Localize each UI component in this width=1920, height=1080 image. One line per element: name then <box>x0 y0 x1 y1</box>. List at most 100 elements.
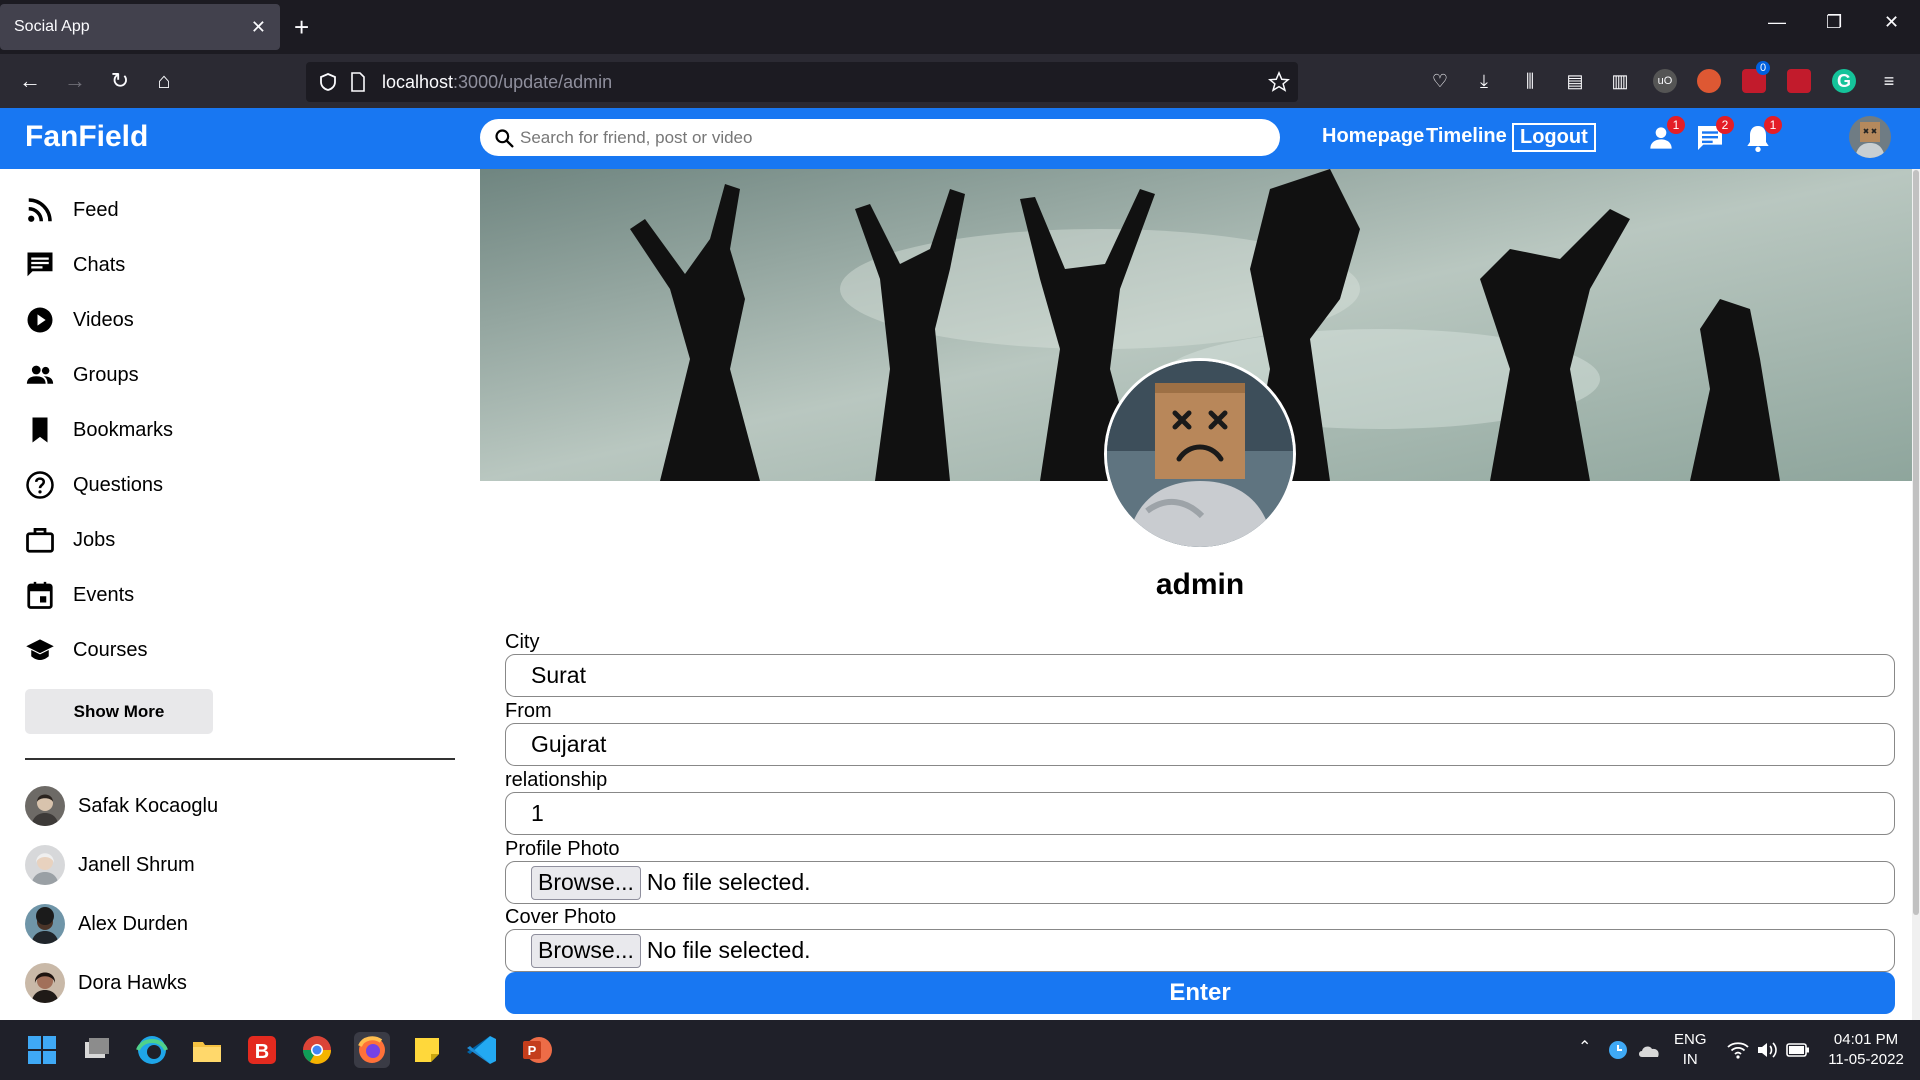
sidebar-item-chats[interactable]: Chats <box>25 245 125 285</box>
cover-photo-file-input[interactable]: Browse... No file selected. <box>505 929 1895 972</box>
chrome-icon[interactable] <box>299 1032 335 1068</box>
cover-photo-browse-button[interactable]: Browse... <box>531 933 641 968</box>
friend-list-item[interactable]: Dora Hawks <box>25 961 187 1005</box>
calendar-icon <box>27 581 53 609</box>
sidebar-item-label: Chats <box>73 253 126 276</box>
avatar <box>25 963 65 1003</box>
language-indicator[interactable]: ENG IN <box>1674 1030 1707 1070</box>
profile-photo-browse-button[interactable]: Browse... <box>531 865 641 900</box>
close-window-icon[interactable]: ✕ <box>1884 12 1899 33</box>
library-icon[interactable]: ⫼ <box>1518 69 1542 93</box>
sticky-notes-icon[interactable] <box>409 1032 445 1068</box>
browser-tab[interactable]: Social App ✕ <box>0 4 280 50</box>
sidebar-item-groups[interactable]: Groups <box>25 355 139 395</box>
restore-icon[interactable]: ❐ <box>1826 12 1842 33</box>
vscode-icon[interactable] <box>464 1032 500 1068</box>
forward-icon[interactable]: → <box>61 68 89 94</box>
url-path: :3000/update/admin <box>453 72 613 92</box>
home-icon[interactable]: ⌂ <box>150 68 178 94</box>
minimize-icon[interactable]: — <box>1768 12 1786 33</box>
page-scrollbar-thumb[interactable] <box>1913 170 1919 915</box>
edge-icon[interactable] <box>134 1032 170 1068</box>
svg-text:B: B <box>255 1041 269 1063</box>
tab-close-icon[interactable]: ✕ <box>251 17 266 38</box>
menu-icon[interactable]: ≡ <box>1877 69 1901 93</box>
downloads-icon[interactable]: ⤓ <box>1472 69 1496 93</box>
svg-text:P: P <box>528 1043 537 1058</box>
tab-title: Social App <box>14 18 90 35</box>
friend-list-item[interactable]: Janell Shrum <box>25 843 195 887</box>
search-bar[interactable] <box>480 119 1280 156</box>
sidebar-item-label: Courses <box>73 638 148 661</box>
logout-link[interactable]: Logout <box>1512 123 1596 152</box>
brave-icon[interactable]: B <box>244 1032 280 1068</box>
sidebar-item-jobs[interactable]: Jobs <box>25 520 115 560</box>
sidebar-item-label: Videos <box>73 308 134 331</box>
language-code: ENG <box>1674 1031 1707 1048</box>
page-icon <box>351 72 365 92</box>
sidebar-item-questions[interactable]: Questions <box>25 465 163 505</box>
logo[interactable]: FanField <box>25 120 148 154</box>
sidebar-item-feed[interactable]: Feed <box>25 190 119 230</box>
enter-button[interactable]: Enter <box>505 972 1895 1014</box>
browser-nav-bar: ← → ↻ ⌂ localhost:3000/update/admin ♡ ⤓ … <box>0 54 1920 108</box>
firefox-icon[interactable] <box>354 1032 390 1068</box>
friend-requests-badge: 1 <box>1667 116 1685 134</box>
volume-icon[interactable] <box>1756 1040 1778 1060</box>
sidebar-item-bookmarks[interactable]: Bookmarks <box>25 410 173 450</box>
school-icon <box>26 639 54 660</box>
profile-photo-file-input[interactable]: Browse... No file selected. <box>505 861 1895 904</box>
file-explorer-icon[interactable] <box>189 1032 225 1068</box>
pocket-icon[interactable]: ♡ <box>1428 69 1452 93</box>
windows-start-icon[interactable] <box>24 1032 60 1068</box>
friend-requests-button[interactable]: 1 <box>1645 116 1685 154</box>
office-icon[interactable] <box>1787 69 1811 93</box>
messages-button[interactable]: 2 <box>1694 116 1734 154</box>
task-view-icon[interactable] <box>79 1032 115 1068</box>
clock-app-icon[interactable] <box>1608 1040 1628 1060</box>
city-input[interactable] <box>505 654 1895 697</box>
chat-icon <box>27 252 53 277</box>
relationship-input[interactable] <box>505 792 1895 835</box>
duckduckgo-icon[interactable] <box>1697 69 1721 93</box>
update-profile-form: City From relationship Profile Photo Bro… <box>505 630 1895 1014</box>
group-icon <box>26 365 54 384</box>
friend-list-item[interactable]: Safak Kocaoglu <box>25 784 218 828</box>
reader-view-icon[interactable]: ▤ <box>1563 69 1587 93</box>
show-more-button[interactable]: Show More <box>25 689 213 734</box>
homepage-link[interactable]: Homepage <box>1322 125 1424 148</box>
extension-ruler-icon[interactable]: ▥ <box>1608 69 1632 93</box>
friend-list-item[interactable]: Alex Durden <box>25 902 188 946</box>
notifications-button[interactable]: 1 <box>1742 116 1782 154</box>
sidebar-item-label: Events <box>73 583 135 606</box>
new-tab-icon[interactable]: + <box>294 12 309 42</box>
timeline-link[interactable]: Timeline <box>1426 125 1507 148</box>
browser-tab-bar: Social App ✕ + — ❐ ✕ <box>0 0 1920 54</box>
from-input[interactable] <box>505 723 1895 766</box>
onedrive-icon[interactable] <box>1637 1042 1661 1058</box>
sidebar-item-courses[interactable]: Courses <box>25 630 147 670</box>
ublock-icon[interactable]: uO <box>1653 69 1677 93</box>
shield-icon[interactable] <box>318 72 338 92</box>
windows-taskbar: B P ⌃ ENG IN 04:01 PM 11-05-2022 <box>0 1020 1920 1080</box>
search-input[interactable] <box>520 119 1260 156</box>
bookmark-star-icon[interactable] <box>1268 71 1290 93</box>
profile-picture <box>1104 358 1296 550</box>
grammarly-icon[interactable]: G <box>1832 69 1856 93</box>
reload-icon[interactable]: ↻ <box>106 68 134 94</box>
sidebar-item-label: Questions <box>73 473 164 496</box>
sidebar-item-events[interactable]: Events <box>25 575 134 615</box>
url-text: localhost:3000/update/admin <box>382 72 612 93</box>
header-avatar[interactable] <box>1849 116 1891 158</box>
extension-badge-icon[interactable]: 0 <box>1742 61 1770 93</box>
wifi-icon[interactable] <box>1727 1040 1749 1060</box>
tray-chevron-icon[interactable]: ⌃ <box>1578 1038 1591 1058</box>
back-icon[interactable]: ← <box>16 68 44 94</box>
address-bar[interactable]: localhost:3000/update/admin <box>306 62 1298 102</box>
clock[interactable]: 04:01 PM 11-05-2022 <box>1826 1030 1906 1070</box>
extension-badge: 0 <box>1756 61 1770 75</box>
rss-feed-icon <box>28 198 52 222</box>
powerpoint-icon[interactable]: P <box>519 1032 555 1068</box>
sidebar-item-videos[interactable]: Videos <box>25 300 134 340</box>
battery-icon[interactable] <box>1786 1042 1810 1058</box>
